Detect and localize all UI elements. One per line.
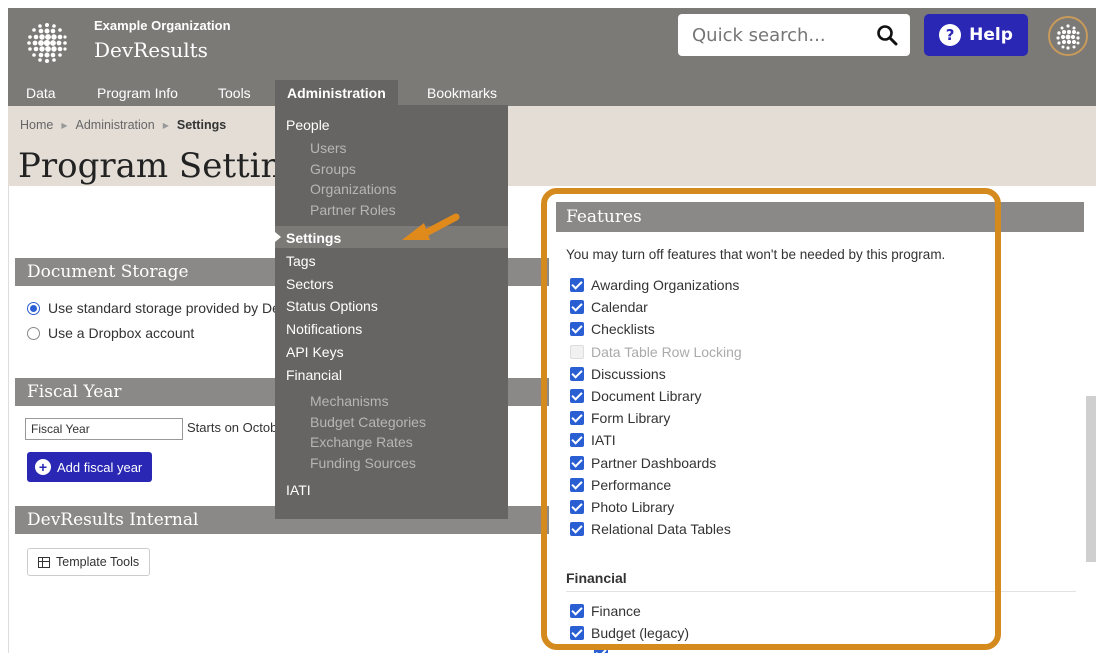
add-fiscal-year-button[interactable]: + Add fiscal year <box>27 452 153 482</box>
page-scrollbar[interactable] <box>1086 396 1096 562</box>
storage-option-label: Use a Dropbox account <box>48 325 195 341</box>
globe-avatar-icon <box>1056 24 1080 50</box>
menu-sectors[interactable]: Sectors <box>286 276 333 292</box>
nav-bookmarks[interactable]: Bookmarks <box>427 80 497 106</box>
help-button[interactable]: ? Help <box>924 14 1028 56</box>
menu-groups[interactable]: Groups <box>310 161 356 177</box>
breadcrumb-home[interactable]: Home <box>20 118 53 132</box>
question-circle-icon: ? <box>939 24 962 46</box>
nav-data[interactable]: Data <box>26 80 56 106</box>
menu-tags[interactable]: Tags <box>286 253 316 269</box>
quick-search-input[interactable] <box>692 22 872 48</box>
user-avatar[interactable] <box>1048 16 1088 56</box>
radio-unselected-icon[interactable] <box>27 326 40 340</box>
fiscal-year-input[interactable]: Fiscal Year <box>25 418 183 440</box>
menu-partner-roles[interactable]: Partner Roles <box>310 202 396 218</box>
storage-option-dropbox[interactable]: Use a Dropbox account <box>27 325 194 341</box>
annotation-arrow-icon <box>402 213 460 240</box>
chevron-right-icon: ▶ <box>162 120 169 130</box>
organization-name: Example Organization <box>94 18 231 33</box>
caret-right-icon <box>275 232 281 242</box>
menu-budget-categories[interactable]: Budget Categories <box>310 414 426 430</box>
globe-logo-icon[interactable] <box>24 20 70 66</box>
menu-people[interactable]: People <box>286 117 330 133</box>
app-name[interactable]: DevResults <box>94 38 208 62</box>
breadcrumb: Home ▶ Administration ▶ Settings <box>20 118 226 132</box>
nav-administration[interactable]: Administration <box>275 80 398 106</box>
top-bar: Example Organization DevResults ? Help <box>8 8 1096 80</box>
template-tools-label: Template Tools <box>56 555 140 569</box>
nav-tools[interactable]: Tools <box>218 80 251 106</box>
menu-api-keys[interactable]: API Keys <box>286 344 344 360</box>
table-icon <box>38 556 50 568</box>
menu-status-options[interactable]: Status Options <box>286 298 378 314</box>
template-tools-button[interactable]: Template Tools <box>27 548 151 576</box>
radio-selected-icon[interactable] <box>27 301 40 315</box>
main-nav: Data Program Info Tools Administration B… <box>8 80 1096 106</box>
menu-notifications[interactable]: Notifications <box>286 321 362 337</box>
menu-financial[interactable]: Financial <box>286 367 342 383</box>
chevron-right-icon: ▶ <box>61 120 68 130</box>
menu-iati[interactable]: IATI <box>286 482 311 498</box>
quick-search-box[interactable] <box>678 14 910 56</box>
breadcrumb-administration[interactable]: Administration <box>76 118 155 132</box>
breadcrumb-settings: Settings <box>176 118 227 132</box>
features-highlight-outline <box>541 188 1001 650</box>
add-fiscal-year-label: Add fiscal year <box>57 459 143 475</box>
fiscal-year-starts-label: Starts on October <box>187 420 289 435</box>
menu-funding-sources[interactable]: Funding Sources <box>310 455 416 471</box>
plus-circle-icon: + <box>35 459 51 475</box>
menu-organizations[interactable]: Organizations <box>310 181 396 197</box>
menu-users[interactable]: Users <box>310 140 347 156</box>
search-icon[interactable] <box>876 24 898 46</box>
help-label: Help <box>969 25 1013 45</box>
administration-dropdown-menu: People Users Groups Organizations Partne… <box>275 105 508 519</box>
menu-exchange-rates[interactable]: Exchange Rates <box>310 434 413 450</box>
page-header: Home ▶ Administration ▶ Settings Program… <box>8 106 1096 186</box>
nav-program-info[interactable]: Program Info <box>97 80 178 106</box>
menu-mechanisms[interactable]: Mechanisms <box>310 393 389 409</box>
menu-settings[interactable]: Settings <box>286 230 341 246</box>
